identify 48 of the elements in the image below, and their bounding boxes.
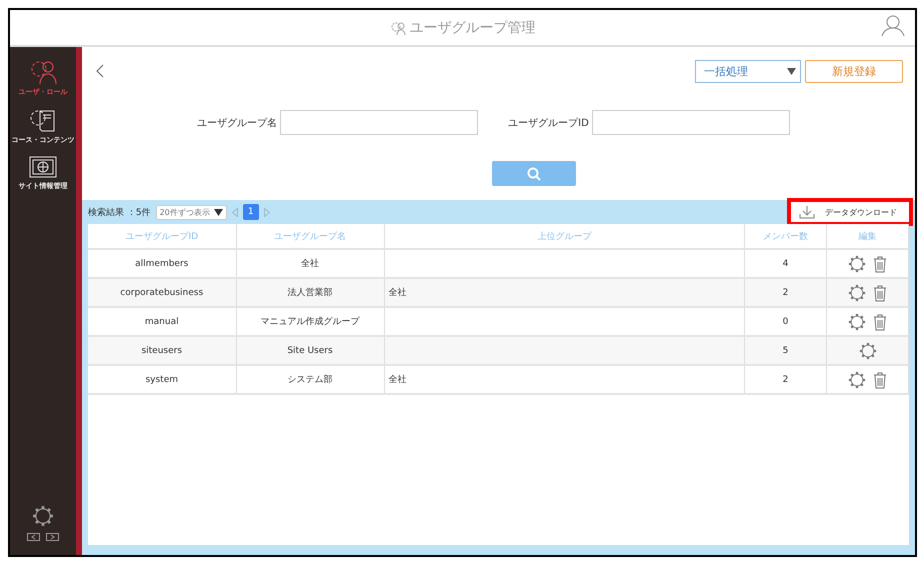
table-cell: system bbox=[88, 365, 236, 394]
table-cell: 4 bbox=[744, 249, 826, 278]
page-button[interactable]: 1 bbox=[242, 204, 259, 220]
table-cell: Site Users bbox=[236, 336, 384, 365]
trash-icon[interactable] bbox=[872, 312, 888, 330]
field-label: ユーザグループID bbox=[508, 116, 589, 130]
input-field[interactable] bbox=[592, 110, 790, 135]
gear-icon[interactable] bbox=[848, 254, 866, 272]
search-icon bbox=[526, 166, 540, 180]
table-cell: siteusers bbox=[88, 336, 236, 365]
back-icon[interactable] bbox=[96, 64, 104, 78]
trash-icon[interactable] bbox=[872, 284, 888, 302]
bulk-action-select[interactable]: 一括処理 bbox=[695, 60, 801, 82]
table-cell: 5 bbox=[744, 336, 826, 365]
trash-icon[interactable] bbox=[872, 370, 888, 388]
table-cell: manual bbox=[88, 307, 236, 336]
previous-icon[interactable] bbox=[27, 533, 40, 541]
table-cell: 全社 bbox=[384, 365, 744, 394]
table-cell: 2 bbox=[744, 278, 826, 307]
globe-icon bbox=[28, 155, 58, 179]
per-page-select[interactable]: 20件ずつ表示 bbox=[156, 204, 227, 220]
table-cell: 全社 bbox=[236, 249, 384, 278]
next-icon[interactable] bbox=[46, 533, 59, 541]
trash-icon[interactable] bbox=[872, 254, 888, 272]
user-icon[interactable] bbox=[881, 15, 905, 37]
dropdown-icon bbox=[787, 68, 796, 74]
result-count: 検索結果 ：5件 bbox=[88, 206, 151, 218]
input-field[interactable] bbox=[280, 110, 478, 135]
new-button[interactable]: 新規登録 bbox=[805, 60, 903, 82]
gear-icon[interactable] bbox=[848, 370, 866, 388]
page-title-text: ユーザグループ管理 bbox=[410, 18, 536, 36]
gear-icon[interactable] bbox=[858, 342, 876, 360]
users-icon bbox=[390, 20, 406, 34]
dropdown-icon bbox=[214, 208, 223, 216]
table-cell: 0 bbox=[744, 307, 826, 336]
table-cell: マニュアル作成グループ bbox=[236, 307, 384, 336]
download-icon bbox=[799, 205, 815, 219]
table-cell: 法人営業部 bbox=[236, 278, 384, 307]
download-button[interactable]: データダウンロード bbox=[791, 202, 909, 222]
table-cell: corporatebusiness bbox=[88, 278, 236, 307]
gear-icon[interactable] bbox=[848, 312, 866, 330]
table-cell: allmembers bbox=[88, 249, 236, 278]
gear-icon[interactable] bbox=[848, 284, 866, 302]
table-cell: システム部 bbox=[236, 365, 384, 394]
table-cell: 2 bbox=[744, 365, 826, 394]
table-cell: 全社 bbox=[384, 278, 744, 307]
field-label: ユーザグループ名 bbox=[197, 116, 278, 130]
gear-icon[interactable] bbox=[32, 505, 54, 527]
